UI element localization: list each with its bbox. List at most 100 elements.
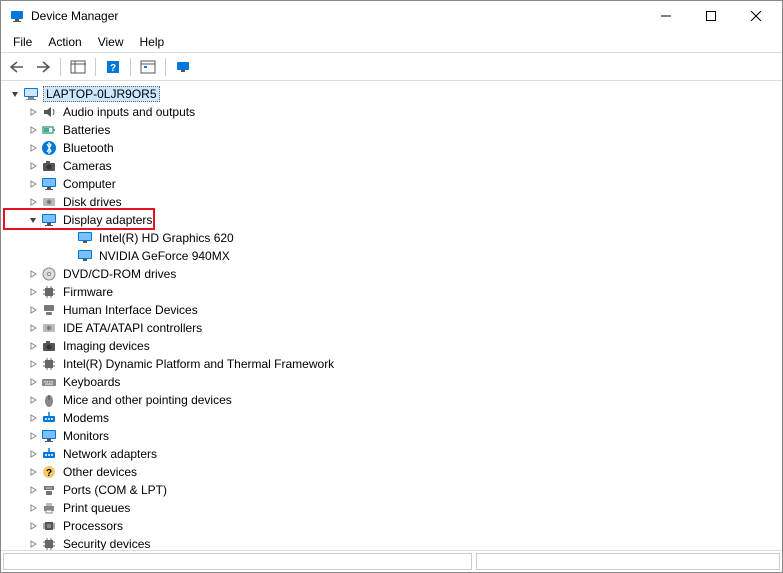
expander-spacer bbox=[61, 230, 77, 246]
chevron-right-icon[interactable] bbox=[25, 122, 41, 138]
category-label: Network adapters bbox=[61, 447, 159, 461]
chevron-right-icon[interactable] bbox=[25, 104, 41, 120]
chip-icon bbox=[41, 356, 57, 372]
status-bar bbox=[1, 550, 782, 572]
chevron-right-icon[interactable] bbox=[25, 410, 41, 426]
title-bar: Device Manager bbox=[1, 1, 782, 31]
chevron-down-icon[interactable] bbox=[25, 212, 41, 228]
tree-category-node[interactable]: Disk drives bbox=[5, 193, 782, 211]
monitor-icon bbox=[41, 428, 57, 444]
device-label: Intel(R) HD Graphics 620 bbox=[97, 231, 236, 245]
tree-category-node[interactable]: ? Other devices bbox=[5, 463, 782, 481]
net-icon bbox=[41, 446, 57, 462]
tree-category-node[interactable]: Mice and other pointing devices bbox=[5, 391, 782, 409]
tree-category-node[interactable]: Monitors bbox=[5, 427, 782, 445]
chevron-right-icon[interactable] bbox=[25, 176, 41, 192]
category-label: DVD/CD-ROM drives bbox=[61, 267, 178, 281]
camera-icon bbox=[41, 338, 57, 354]
back-button[interactable] bbox=[5, 55, 29, 79]
chevron-right-icon[interactable] bbox=[25, 482, 41, 498]
chevron-right-icon[interactable] bbox=[25, 338, 41, 354]
show-hide-tree-button[interactable] bbox=[66, 55, 90, 79]
chevron-right-icon[interactable] bbox=[25, 374, 41, 390]
tree-category-node[interactable]: Intel(R) Dynamic Platform and Thermal Fr… bbox=[5, 355, 782, 373]
chevron-right-icon[interactable] bbox=[25, 356, 41, 372]
tree-category-node[interactable]: Network adapters bbox=[5, 445, 782, 463]
category-label: Intel(R) Dynamic Platform and Thermal Fr… bbox=[61, 357, 336, 371]
toolbar: ? bbox=[1, 53, 782, 81]
chevron-right-icon[interactable] bbox=[25, 518, 41, 534]
tree-category-node[interactable]: Imaging devices bbox=[5, 337, 782, 355]
tree-device-node[interactable]: Intel(R) HD Graphics 620 bbox=[5, 229, 782, 247]
tree-category-node[interactable]: Firmware bbox=[5, 283, 782, 301]
status-section-left bbox=[3, 553, 472, 570]
category-label: Other devices bbox=[61, 465, 139, 479]
dvd-icon bbox=[41, 266, 57, 282]
chevron-right-icon[interactable] bbox=[25, 446, 41, 462]
window-controls bbox=[643, 1, 778, 31]
tree-category-node[interactable]: Modems bbox=[5, 409, 782, 427]
chevron-down-icon[interactable] bbox=[7, 86, 23, 102]
chevron-right-icon[interactable] bbox=[25, 266, 41, 282]
disk-icon bbox=[41, 194, 57, 210]
category-label: IDE ATA/ATAPI controllers bbox=[61, 321, 204, 335]
category-label: Disk drives bbox=[61, 195, 124, 209]
category-label: Imaging devices bbox=[61, 339, 152, 353]
monitor-icon bbox=[41, 176, 57, 192]
tree-category-node[interactable]: DVD/CD-ROM drives bbox=[5, 265, 782, 283]
scan-hardware-button[interactable] bbox=[136, 55, 160, 79]
tree-category-node[interactable]: Keyboards bbox=[5, 373, 782, 391]
tree-category-node[interactable]: Display adapters bbox=[5, 211, 782, 229]
maximize-button[interactable] bbox=[688, 1, 733, 31]
chevron-right-icon[interactable] bbox=[25, 536, 41, 550]
menu-view[interactable]: View bbox=[90, 33, 132, 51]
tree-category-node[interactable]: Bluetooth bbox=[5, 139, 782, 157]
tree-category-node[interactable]: Cameras bbox=[5, 157, 782, 175]
camera-icon bbox=[41, 158, 57, 174]
chevron-right-icon[interactable] bbox=[25, 140, 41, 156]
chevron-right-icon[interactable] bbox=[25, 302, 41, 318]
cpu-icon bbox=[41, 518, 57, 534]
menu-file[interactable]: File bbox=[5, 33, 40, 51]
chevron-right-icon[interactable] bbox=[25, 194, 41, 210]
close-button[interactable] bbox=[733, 1, 778, 31]
chevron-right-icon[interactable] bbox=[25, 500, 41, 516]
chevron-right-icon[interactable] bbox=[25, 284, 41, 300]
category-label: Mice and other pointing devices bbox=[61, 393, 234, 407]
minimize-button[interactable] bbox=[643, 1, 688, 31]
tree-category-node[interactable]: Human Interface Devices bbox=[5, 301, 782, 319]
monitor-button[interactable] bbox=[171, 55, 195, 79]
chevron-right-icon[interactable] bbox=[25, 464, 41, 480]
forward-button[interactable] bbox=[31, 55, 55, 79]
tree-category-node[interactable]: IDE ATA/ATAPI controllers bbox=[5, 319, 782, 337]
tree-root-node[interactable]: LAPTOP-0LJR9OR5 bbox=[5, 85, 782, 103]
menu-action[interactable]: Action bbox=[40, 33, 89, 51]
tree-category-node[interactable]: Security devices bbox=[5, 535, 782, 550]
speaker-icon bbox=[41, 104, 57, 120]
tree-category-node[interactable]: Audio inputs and outputs bbox=[5, 103, 782, 121]
device-tree[interactable]: LAPTOP-0LJR9OR5 Audio inputs and outputs… bbox=[1, 81, 782, 550]
category-label: Monitors bbox=[61, 429, 111, 443]
tree-category-node[interactable]: Processors bbox=[5, 517, 782, 535]
tree-category-node[interactable]: Computer bbox=[5, 175, 782, 193]
kb-icon bbox=[41, 374, 57, 390]
category-label: Print queues bbox=[61, 501, 132, 515]
menu-help[interactable]: Help bbox=[132, 33, 173, 51]
category-label: Security devices bbox=[61, 537, 152, 550]
computer-icon bbox=[23, 86, 39, 102]
menu-bar: File Action View Help bbox=[1, 31, 782, 53]
svg-text:?: ? bbox=[110, 63, 116, 74]
chevron-right-icon[interactable] bbox=[25, 320, 41, 336]
chevron-right-icon[interactable] bbox=[25, 428, 41, 444]
window-title: Device Manager bbox=[31, 9, 643, 23]
tree-category-node[interactable]: Print queues bbox=[5, 499, 782, 517]
help-button[interactable]: ? bbox=[101, 55, 125, 79]
tree-category-node[interactable]: Ports (COM & LPT) bbox=[5, 481, 782, 499]
disk-icon bbox=[41, 320, 57, 336]
bluetooth-icon bbox=[41, 140, 57, 156]
tree-category-node[interactable]: Batteries bbox=[5, 121, 782, 139]
chevron-right-icon[interactable] bbox=[25, 158, 41, 174]
port-icon bbox=[41, 482, 57, 498]
tree-device-node[interactable]: NVIDIA GeForce 940MX bbox=[5, 247, 782, 265]
chevron-right-icon[interactable] bbox=[25, 392, 41, 408]
